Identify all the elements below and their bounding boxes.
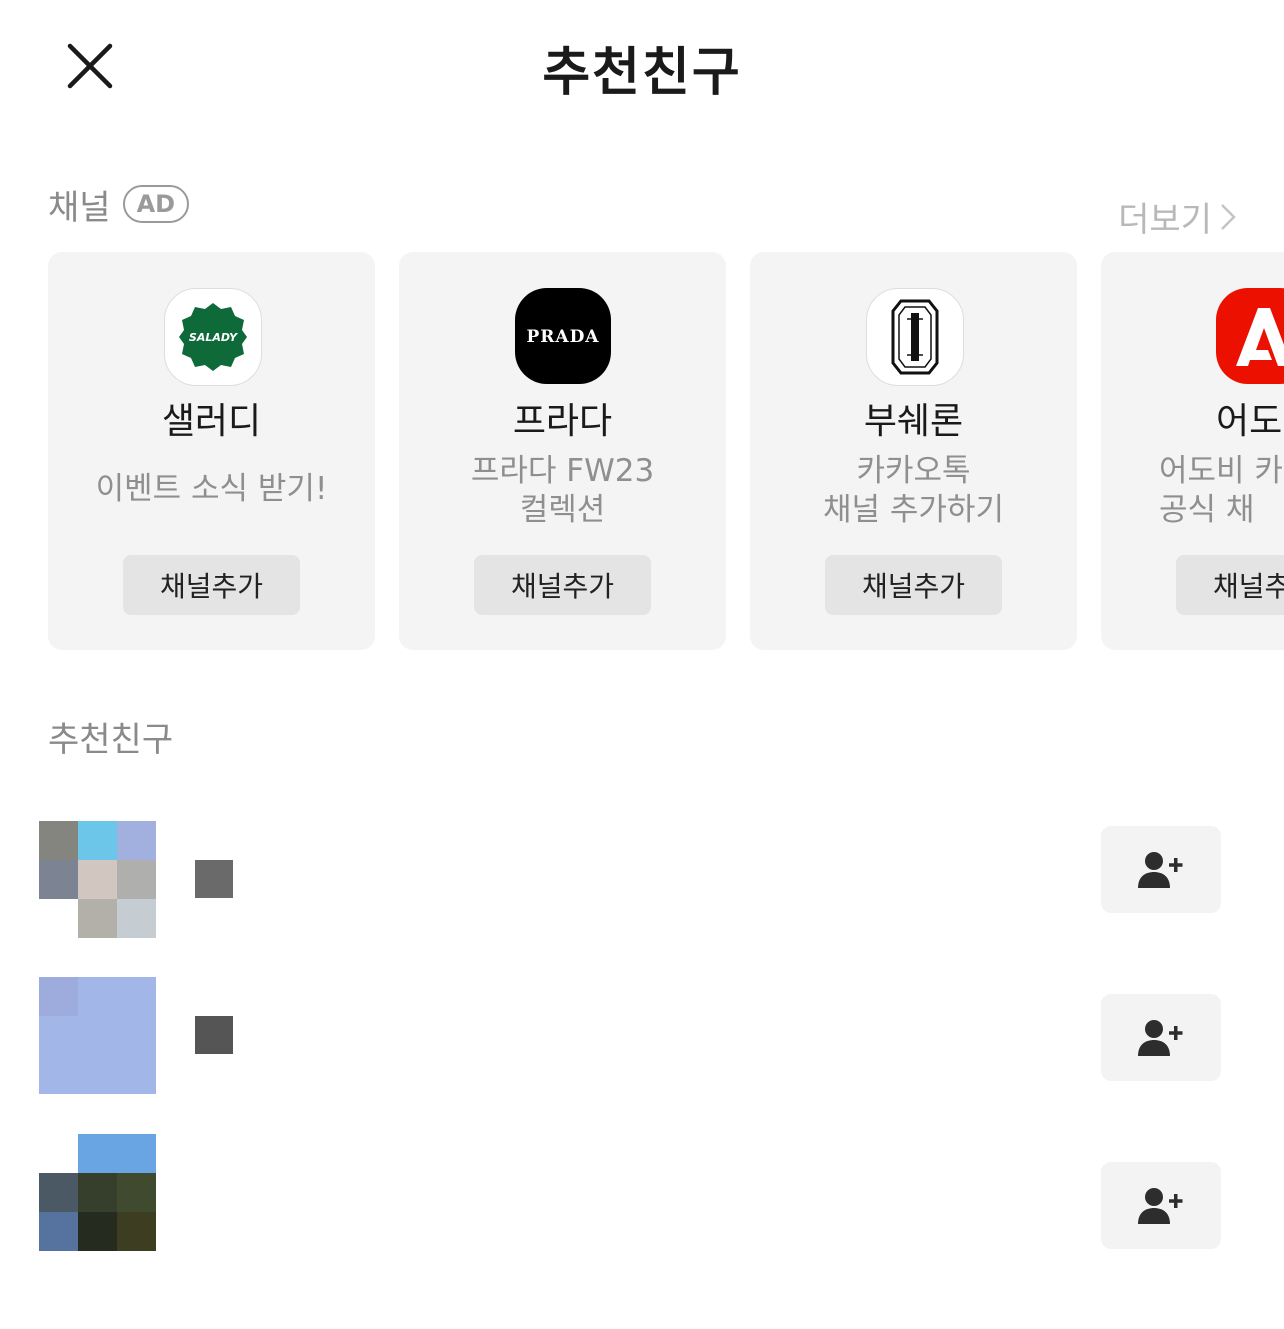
add-channel-button[interactable]: 채널추가 (474, 555, 651, 615)
friend-name (195, 1016, 233, 1054)
more-label: 더보기 (1118, 200, 1212, 240)
friend-row[interactable] (0, 821, 1284, 941)
avatar-pixel (78, 1016, 117, 1055)
avatar-pixel (78, 977, 117, 1016)
avatar-pixel (78, 860, 117, 899)
avatar-pixel (39, 899, 78, 938)
friend-row[interactable] (0, 1134, 1284, 1254)
adobe-logo (1216, 288, 1284, 384)
channel-name: 프라다 (512, 401, 613, 442)
avatar-pixel (78, 1055, 117, 1094)
avatar-pixel (117, 1173, 156, 1212)
boucheron-logo (865, 288, 964, 386)
svg-text:PRADA: PRADA (526, 327, 599, 347)
avatar-pixel (39, 1016, 78, 1055)
avatar-pixel (39, 860, 78, 899)
friend-name (195, 860, 233, 898)
section-title-recommended-friends: 추천친구 (48, 720, 174, 760)
channel-description: 프라다 FW23 컬렉션 (470, 453, 655, 528)
avatar-pixel (117, 821, 156, 860)
add-friend-button[interactable] (1101, 826, 1221, 913)
avatar (39, 977, 156, 1094)
avatar-pixel (39, 1134, 78, 1173)
add-friend-button[interactable] (1101, 994, 1221, 1081)
page-title: 추천친구 (542, 43, 742, 103)
friend-name (195, 1173, 233, 1211)
add-person-icon (1138, 1187, 1183, 1224)
channel-name: 부쉐론 (863, 401, 964, 442)
avatar-pixel (78, 1134, 117, 1173)
avatar (39, 1134, 156, 1251)
chevron-right-icon (1221, 203, 1236, 230)
add-channel-button[interactable]: 채널추가 (1176, 555, 1284, 615)
avatar-pixel (78, 821, 117, 860)
avatar-pixel (39, 1173, 78, 1212)
friend-row[interactable] (0, 977, 1284, 1097)
channel-description: 어도비 카 공식 채 (1159, 453, 1283, 528)
avatar-pixel (117, 1212, 156, 1251)
avatar-pixel (39, 1055, 78, 1094)
avatar-pixel (117, 1055, 156, 1094)
channel-carousel[interactable]: SALADY 샐러디 이벤트 소식 받기! 채널추가 PRADA 프라다 프라다… (48, 252, 1284, 652)
avatar-pixel (39, 1212, 78, 1251)
avatar-pixel (117, 860, 156, 899)
avatar-pixel (117, 977, 156, 1016)
add-channel-button[interactable]: 채널추가 (825, 555, 1002, 615)
channel-card-prada[interactable]: PRADA 프라다 프라다 FW23 컬렉션 채널추가 (399, 252, 726, 650)
avatar-pixel (78, 1212, 117, 1251)
more-link[interactable]: 더보기 (1118, 192, 1236, 241)
header: 추천친구 (0, 0, 1284, 130)
avatar-pixel (117, 899, 156, 938)
channel-description: 이벤트 소식 받기! (95, 471, 328, 507)
channel-section-header: 채널 AD (48, 180, 190, 228)
salady-logo: SALADY (163, 288, 262, 386)
svg-text:SALADY: SALADY (188, 331, 237, 344)
add-friend-button[interactable] (1101, 1162, 1221, 1249)
prada-logo: PRADA (514, 288, 611, 384)
avatar (39, 821, 156, 938)
channel-description: 카카오톡 채널 추가하기 (823, 453, 1004, 528)
avatar-pixel (117, 1016, 156, 1055)
channel-label: 채널 (48, 187, 111, 228)
avatar-pixel (39, 821, 78, 860)
channel-name: 어도비 (1216, 401, 1284, 442)
avatar-pixel (78, 899, 117, 938)
ad-badge: AD (122, 185, 190, 223)
channel-card-salady[interactable]: SALADY 샐러디 이벤트 소식 받기! 채널추가 (48, 252, 375, 650)
add-person-icon (1138, 1019, 1183, 1056)
add-person-icon (1138, 851, 1183, 888)
channel-name: 샐러디 (161, 401, 262, 442)
add-channel-button[interactable]: 채널추가 (123, 555, 300, 615)
avatar-pixel (78, 1173, 117, 1212)
channel-card-boucheron[interactable]: 부쉐론 카카오톡 채널 추가하기 채널추가 (750, 252, 1077, 650)
channel-card-adobe[interactable]: 어도비 어도비 카 공식 채 채널추가 (1101, 252, 1284, 650)
avatar-pixel (117, 1134, 156, 1173)
avatar-pixel (39, 977, 78, 1016)
